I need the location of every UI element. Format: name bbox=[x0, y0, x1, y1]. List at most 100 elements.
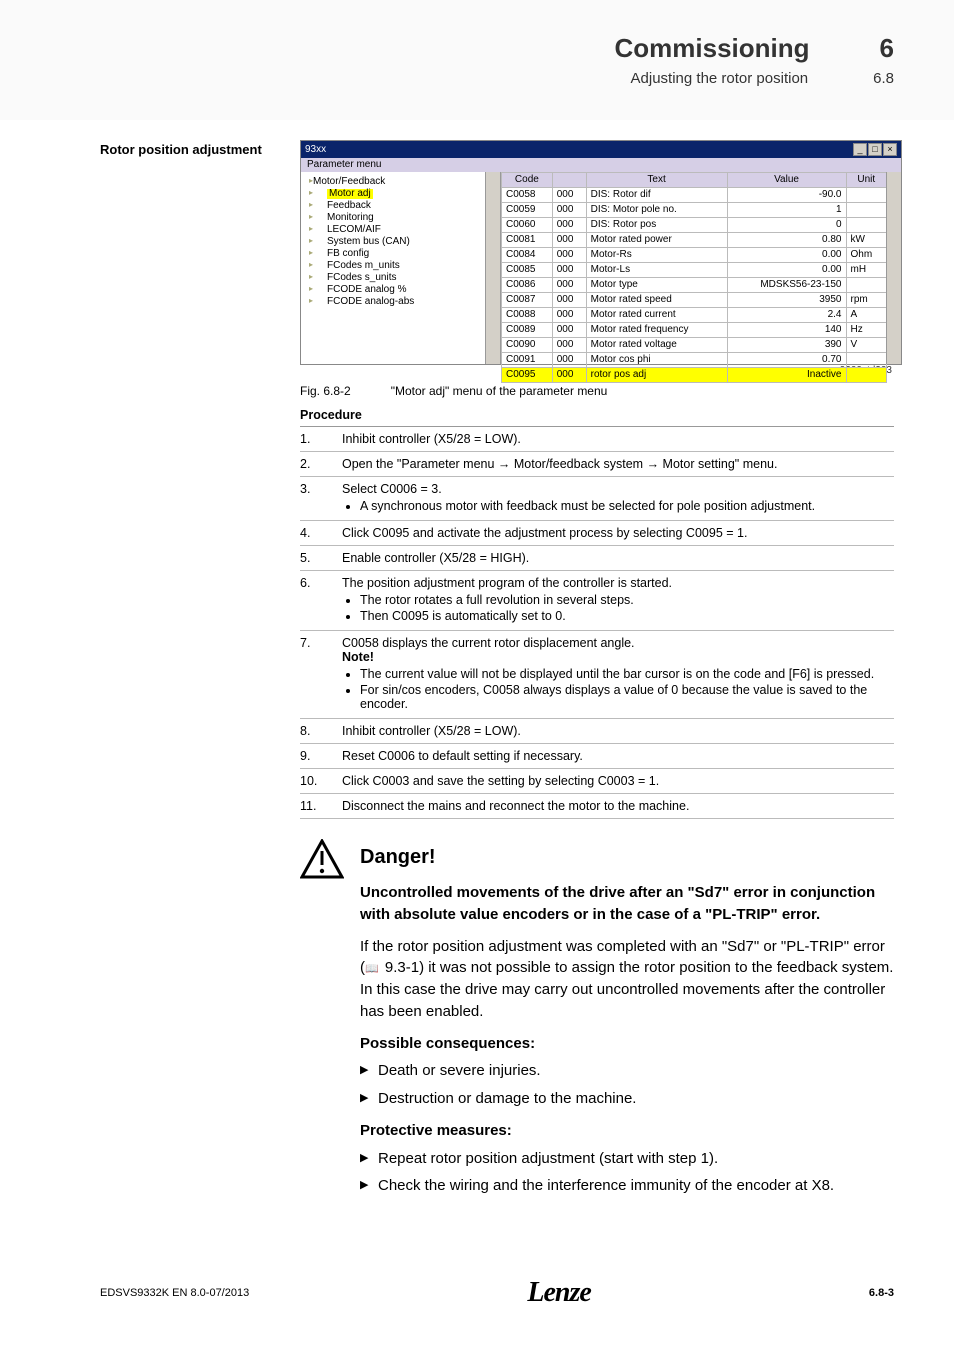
consequence-item: Death or severe injuries. bbox=[360, 1060, 894, 1082]
grid-cell: rpm bbox=[846, 293, 887, 308]
grid-row[interactable]: C0085000Motor-Ls0.00mH bbox=[502, 263, 887, 278]
grid-row[interactable]: C0059000DIS: Motor pole no.1 bbox=[502, 203, 887, 218]
tree-item[interactable]: FB config bbox=[307, 248, 484, 260]
measures-heading: Protective measures: bbox=[360, 1120, 894, 1142]
grid-row[interactable]: C0088000Motor rated current2.4A bbox=[502, 308, 887, 323]
tree-item[interactable]: LECOM/AIF bbox=[307, 224, 484, 236]
close-icon[interactable]: × bbox=[883, 143, 897, 156]
consequence-item: Destruction or damage to the machine. bbox=[360, 1088, 894, 1110]
grid-row[interactable]: C0095000rotor pos adjInactive bbox=[502, 368, 887, 383]
grid-header[interactable]: Value bbox=[727, 173, 846, 188]
step-body: Disconnect the mains and reconnect the m… bbox=[342, 799, 894, 813]
procedure-step: 6.The position adjustment program of the… bbox=[300, 571, 894, 631]
step-number: 1. bbox=[300, 432, 324, 446]
section-title: Adjusting the rotor position bbox=[631, 68, 809, 89]
grid-cell: 000 bbox=[552, 368, 586, 383]
procedure-step: 8.Inhibit controller (X5/28 = LOW). bbox=[300, 719, 894, 744]
grid-row[interactable]: C0086000Motor typeMDSKS56-23-150 bbox=[502, 278, 887, 293]
grid-cell: 000 bbox=[552, 308, 586, 323]
grid-cell: 000 bbox=[552, 323, 586, 338]
grid-cell: C0088 bbox=[502, 308, 553, 323]
grid-cell: 3950 bbox=[727, 293, 846, 308]
grid-cell: DIS: Rotor pos bbox=[586, 218, 727, 233]
procedure-step: 2.Open the "Parameter menu → Motor/feedb… bbox=[300, 452, 894, 477]
margin-heading: Rotor position adjustment bbox=[100, 142, 262, 157]
tree-root[interactable]: Motor/Feedback bbox=[307, 176, 484, 188]
maximize-icon[interactable]: □ bbox=[868, 143, 882, 156]
grid-cell: C0059 bbox=[502, 203, 553, 218]
grid-cell bbox=[846, 368, 887, 383]
section-number: 6.8 bbox=[873, 68, 894, 89]
grid-cell: C0081 bbox=[502, 233, 553, 248]
grid-row[interactable]: C0091000Motor cos phi0.70 bbox=[502, 353, 887, 368]
grid-header[interactable]: Code bbox=[502, 173, 553, 188]
step-number: 9. bbox=[300, 749, 324, 763]
grid-cell: 0.70 bbox=[727, 353, 846, 368]
page-header: Commissioning 6 Adjusting the rotor posi… bbox=[615, 30, 894, 89]
tree-item[interactable]: FCODE analog % bbox=[307, 284, 484, 296]
step-number: 7. bbox=[300, 636, 324, 713]
minimize-icon[interactable]: _ bbox=[853, 143, 867, 156]
grid-cell: Motor rated current bbox=[586, 308, 727, 323]
grid-cell: 000 bbox=[552, 293, 586, 308]
grid-header[interactable] bbox=[552, 173, 586, 188]
grid-row[interactable]: C0090000Motor rated voltage390V bbox=[502, 338, 887, 353]
step-number: 2. bbox=[300, 457, 324, 471]
tree-item[interactable]: FCodes m_units bbox=[307, 260, 484, 272]
grid-cell: 390 bbox=[727, 338, 846, 353]
tree-item[interactable]: Monitoring bbox=[307, 212, 484, 224]
titlebar: 93xx _□× bbox=[301, 141, 901, 158]
menu-bar[interactable]: Parameter menu bbox=[301, 158, 901, 172]
grid-header[interactable]: Text bbox=[586, 173, 727, 188]
grid-cell: 1 bbox=[727, 203, 846, 218]
grid-cell: C0089 bbox=[502, 323, 553, 338]
grid-cell: 140 bbox=[727, 323, 846, 338]
doc-id: EDSVS9332K EN 8.0-07/2013 bbox=[100, 1287, 249, 1299]
chapter-title: Commissioning bbox=[615, 30, 810, 66]
tree-item[interactable]: System bus (CAN) bbox=[307, 236, 484, 248]
grid-cell: 000 bbox=[552, 263, 586, 278]
grid-row[interactable]: C0081000Motor rated power0.80kW bbox=[502, 233, 887, 248]
grid-cell: 000 bbox=[552, 233, 586, 248]
step-body: Select C0006 = 3.A synchronous motor wit… bbox=[342, 482, 894, 515]
screenshot-figure: 93xx _□× Parameter menu Motor/FeedbackMo… bbox=[300, 140, 894, 376]
grid-cell: 000 bbox=[552, 188, 586, 203]
step-body: Inhibit controller (X5/28 = LOW). bbox=[342, 432, 894, 446]
grid-row[interactable]: C0087000Motor rated speed3950rpm bbox=[502, 293, 887, 308]
danger-block: Danger! Uncontrolled movements of the dr… bbox=[300, 839, 894, 1207]
procedure-step: 3. Select C0006 = 3.A synchronous motor w… bbox=[300, 477, 894, 521]
procedure-heading: Procedure bbox=[300, 408, 894, 427]
grid-pane[interactable]: Code TextValueUnitC0058000DIS: Rotor dif-… bbox=[501, 172, 901, 364]
grid-cell: Motor cos phi bbox=[586, 353, 727, 368]
window-controls: _□× bbox=[852, 143, 897, 156]
grid-cell: Motor rated power bbox=[586, 233, 727, 248]
grid-row[interactable]: C0058000DIS: Rotor dif-90.0 bbox=[502, 188, 887, 203]
grid-cell: Motor rated voltage bbox=[586, 338, 727, 353]
grid-cell: kW bbox=[846, 233, 887, 248]
tree-item[interactable]: Feedback bbox=[307, 200, 484, 212]
grid-cell: A bbox=[846, 308, 887, 323]
step-number: 3. bbox=[300, 482, 324, 515]
grid-cell: C0060 bbox=[502, 218, 553, 233]
step-number: 10. bbox=[300, 774, 324, 788]
consequences-heading: Possible consequences: bbox=[360, 1033, 894, 1055]
figure-number: Fig. 6.8-2 bbox=[300, 384, 351, 398]
grid-row[interactable]: C0089000Motor rated frequency140Hz bbox=[502, 323, 887, 338]
tree-pane[interactable]: Motor/FeedbackMotor adjFeedbackMonitorin… bbox=[301, 172, 501, 364]
warning-icon bbox=[300, 839, 344, 1207]
page-number: 6.8-3 bbox=[869, 1287, 894, 1299]
grid-header[interactable]: Unit bbox=[846, 173, 887, 188]
procedure-step: 1. Inhibit controller (X5/28 = LOW). bbox=[300, 427, 894, 452]
step-number: 8. bbox=[300, 724, 324, 738]
grid-cell: C0058 bbox=[502, 188, 553, 203]
tree-item[interactable]: FCodes s_units bbox=[307, 272, 484, 284]
tree-item[interactable]: Motor adj bbox=[307, 188, 484, 200]
tree-item[interactable]: FCODE analog-abs bbox=[307, 296, 484, 308]
procedure-step: 5.Enable controller (X5/28 = HIGH). bbox=[300, 546, 894, 571]
grid-cell: DIS: Rotor dif bbox=[586, 188, 727, 203]
grid-row[interactable]: C0084000Motor-Rs0.00Ohm bbox=[502, 248, 887, 263]
danger-lead: Uncontrolled movements of the drive afte… bbox=[360, 882, 894, 926]
grid-cell: C0085 bbox=[502, 263, 553, 278]
grid-row[interactable]: C0060000DIS: Rotor pos0 bbox=[502, 218, 887, 233]
measure-item: Check the wiring and the interference im… bbox=[360, 1175, 894, 1197]
